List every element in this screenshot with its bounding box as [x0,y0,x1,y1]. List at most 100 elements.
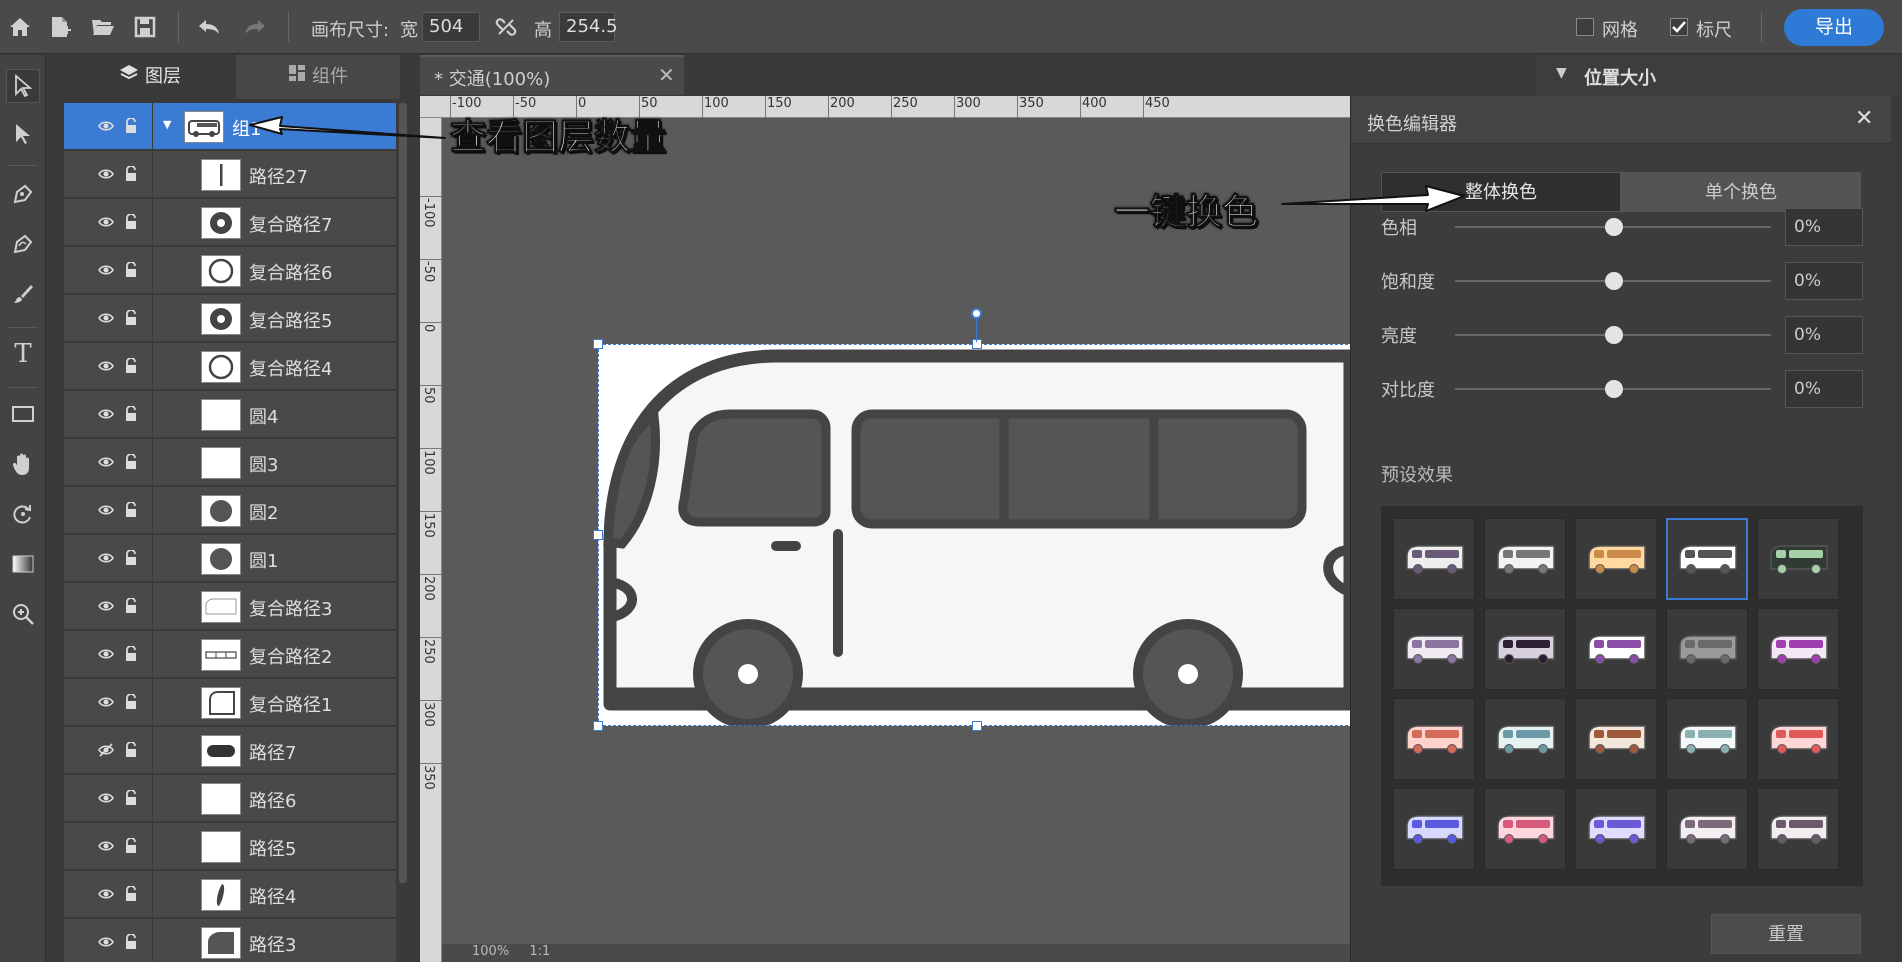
unlock-icon[interactable] [124,694,138,710]
layer-row[interactable]: 路径3 [64,919,396,962]
canvas-height-input[interactable]: 254.5 [559,12,618,42]
preset-swatch[interactable] [1575,608,1657,690]
unlock-icon[interactable] [124,790,138,806]
slider-knob[interactable] [1605,218,1623,236]
unlock-icon[interactable] [124,358,138,374]
layer-row[interactable]: 圆4 [64,391,396,438]
eye-icon[interactable] [98,502,114,518]
eye-icon[interactable] [98,166,114,182]
eye-icon[interactable] [98,358,114,374]
unlock-icon[interactable] [124,742,138,758]
layer-row[interactable]: 复合路径2 [64,631,396,678]
rotate-handle[interactable] [971,308,982,319]
eye-icon[interactable] [98,406,114,422]
preset-swatch[interactable] [1393,608,1475,690]
unlock-icon[interactable] [124,454,138,470]
preset-swatch[interactable] [1484,518,1566,600]
resize-handle[interactable] [593,339,603,349]
brush-tool-icon[interactable] [6,277,40,311]
tab-layers[interactable]: 图层 [64,55,236,99]
resize-handle[interactable] [593,530,603,540]
preset-swatch[interactable] [1393,698,1475,780]
slider-knob[interactable] [1605,380,1623,398]
eye-icon[interactable] [98,886,114,902]
export-button[interactable]: 导出 [1784,9,1884,46]
layer-row[interactable]: 圆1 [64,535,396,582]
layer-row[interactable]: 路径6 [64,775,396,822]
eye-icon[interactable] [98,262,114,278]
preset-swatch[interactable] [1575,788,1657,870]
eye-icon[interactable] [98,550,114,566]
grid-checkbox[interactable] [1576,18,1594,36]
resize-handle[interactable] [972,339,982,349]
new-file-icon[interactable] [45,12,75,42]
document-tab[interactable]: * 交通(100%) ✕ [420,55,684,95]
layer-row[interactable]: 复合路径3 [64,583,396,630]
eye-icon[interactable] [98,838,114,854]
expand-arrow-icon[interactable]: ▼ [163,118,171,131]
layer-row[interactable]: 复合路径7 [64,199,396,246]
redo-icon[interactable] [240,12,270,42]
layer-row[interactable]: 复合路径6 [64,247,396,294]
single-recolor-tab[interactable]: 单个换色 [1621,172,1861,212]
layer-row[interactable]: 圆3 [64,439,396,486]
preset-swatch[interactable] [1484,788,1566,870]
unlock-icon[interactable] [124,646,138,662]
save-icon[interactable] [130,12,160,42]
collapse-arrow-icon[interactable]: ▼ [1556,65,1567,81]
zoom-tool-icon[interactable] [6,597,40,631]
preset-swatch[interactable] [1575,518,1657,600]
layer-row[interactable]: 路径5 [64,823,396,870]
unlock-icon[interactable] [124,262,138,278]
preset-swatch[interactable] [1484,608,1566,690]
layer-row[interactable]: 复合路径4 [64,343,396,390]
reset-button[interactable]: 重置 [1711,914,1861,954]
preset-swatch[interactable] [1666,788,1748,870]
curvature-pen-icon[interactable] [6,227,40,261]
resize-handle[interactable] [593,721,603,731]
preset-swatch[interactable] [1666,698,1748,780]
eye-icon[interactable] [98,118,114,134]
rotate-tool-icon[interactable] [6,497,40,531]
eye-icon[interactable] [98,790,114,806]
canvas-area[interactable]: 100% 1:1 [442,118,1358,962]
gradient-tool-icon[interactable] [6,547,40,581]
unlock-icon[interactable] [124,598,138,614]
home-icon[interactable] [5,12,35,42]
unlock-icon[interactable] [124,550,138,566]
layers-scrollbar[interactable] [399,103,407,883]
unlock-icon[interactable] [124,214,138,230]
unlock-icon[interactable] [124,886,138,902]
slider-value-input[interactable]: 0% [1785,370,1863,408]
eye-icon[interactable] [98,694,114,710]
slider-knob[interactable] [1605,272,1623,290]
rectangle-tool-icon[interactable] [6,397,40,431]
close-tab-icon[interactable]: ✕ [658,63,675,87]
eye-icon[interactable] [98,646,114,662]
slider-value-input[interactable]: 0% [1785,208,1863,246]
layer-row[interactable]: 路径27 [64,151,396,198]
ruler-checkbox[interactable] [1670,18,1688,36]
slider-value-input[interactable]: 0% [1785,262,1863,300]
eye-hidden-icon[interactable] [98,742,114,758]
layer-row[interactable]: 复合路径5 [64,295,396,342]
canvas-width-input[interactable]: 504 [422,12,480,42]
unlock-icon[interactable] [124,934,138,950]
preset-swatch[interactable] [1757,698,1839,780]
preset-swatch[interactable] [1484,698,1566,780]
undo-icon[interactable] [194,12,224,42]
unlock-icon[interactable] [124,118,138,134]
unlock-icon[interactable] [124,502,138,518]
preset-swatch[interactable] [1393,518,1475,600]
open-folder-icon[interactable] [88,12,118,42]
layer-row[interactable]: 复合路径1 [64,679,396,726]
preset-swatch[interactable] [1666,608,1748,690]
pen-tool-icon[interactable] [6,177,40,211]
direct-select-tool-icon[interactable] [6,117,40,151]
preset-swatch[interactable] [1666,518,1748,600]
eye-icon[interactable] [98,454,114,470]
properties-header[interactable]: ▼ 位置大小 [1536,55,1902,95]
unlock-icon[interactable] [124,838,138,854]
layer-row[interactable]: 路径7 [64,727,396,774]
eye-icon[interactable] [98,214,114,230]
